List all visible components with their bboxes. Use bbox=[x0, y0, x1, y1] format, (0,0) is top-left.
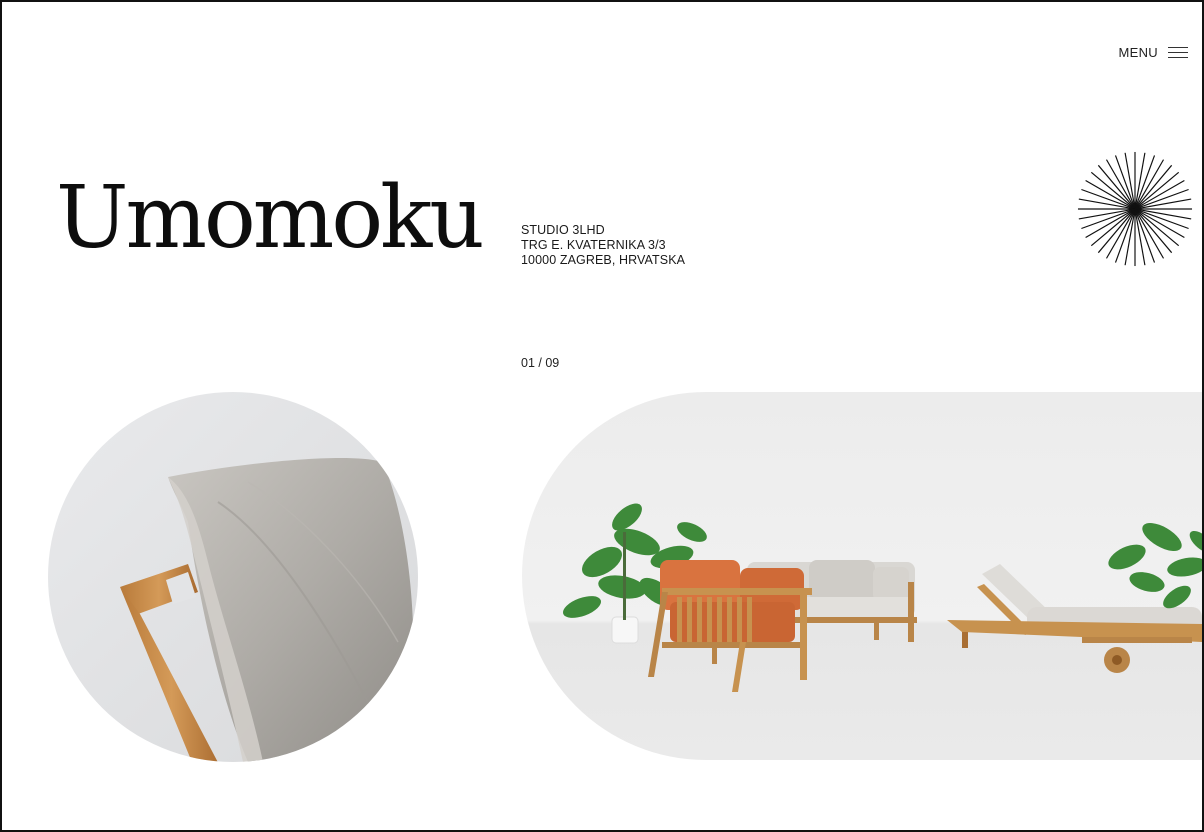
studio-address: STUDIO 3LHD TRG E. KVATERNIKA 3/3 10000 … bbox=[521, 223, 685, 268]
hamburger-icon bbox=[1168, 46, 1188, 59]
address-line-2: TRG E. KVATERNIKA 3/3 bbox=[521, 238, 666, 252]
furniture-collection-image bbox=[522, 392, 1202, 760]
brand-logo[interactable]: Umomoku bbox=[56, 175, 485, 261]
address-line-1: STUDIO 3LHD bbox=[521, 223, 605, 237]
sunburst-icon bbox=[1077, 151, 1193, 267]
page-frame: MENU Umomoku STUDIO 3LHD TRG E. KVATERNI… bbox=[0, 0, 1204, 832]
address-line-3: 10000 ZAGREB, HRVATSKA bbox=[521, 253, 686, 267]
menu-button[interactable]: MENU bbox=[1119, 45, 1188, 60]
cushion-detail-image bbox=[48, 392, 418, 762]
menu-label: MENU bbox=[1118, 45, 1158, 60]
slide-counter: 01 / 09 bbox=[521, 356, 560, 370]
